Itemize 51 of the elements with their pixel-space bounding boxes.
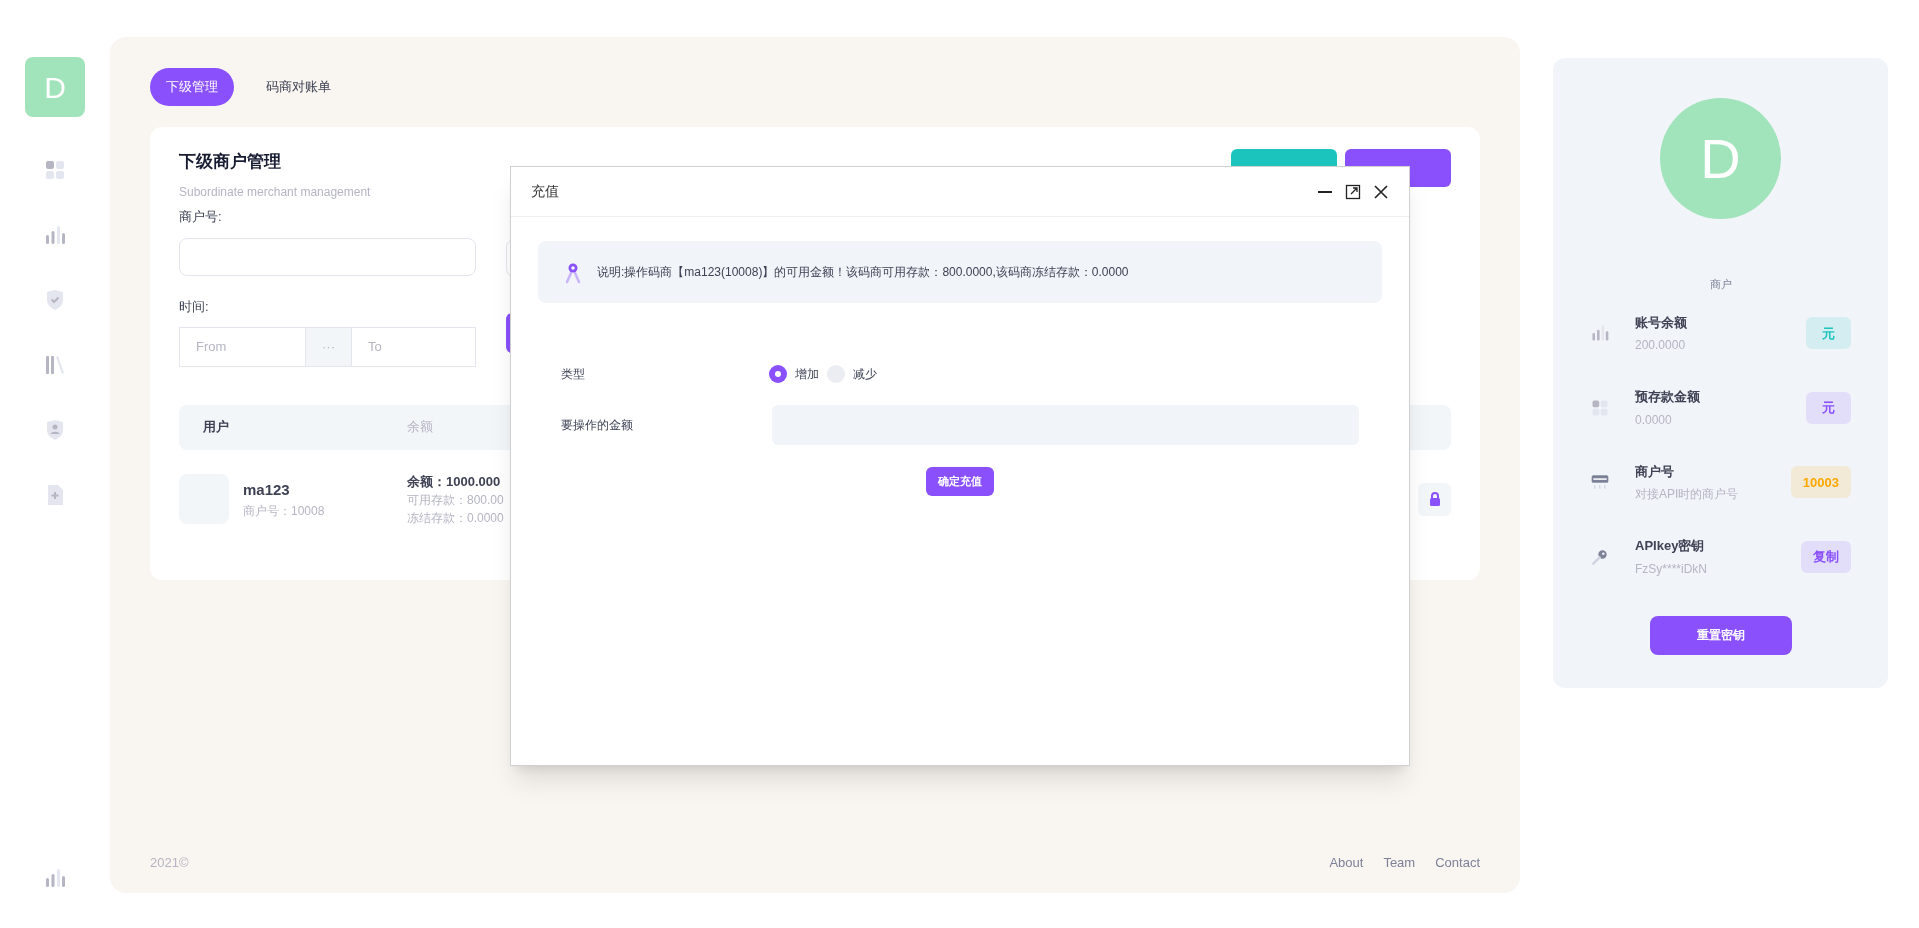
reset-key-button[interactable]: 重置密钥 (1649, 615, 1792, 655)
tab[interactable]: 下级管理 (150, 68, 234, 106)
info-title: 商户号 (1635, 462, 1675, 481)
available-deposit: 可用存款：800.00 (407, 492, 504, 509)
frozen-deposit: 冻结存款：0.0000 (407, 510, 504, 527)
footer-link[interactable]: About (1329, 853, 1364, 873)
footer-link[interactable]: Contact (1435, 853, 1480, 873)
info-value: FzSy****iDkN (1635, 560, 1708, 578)
role-label: 商户 (1709, 277, 1732, 292)
range-separator: ··· (306, 326, 351, 367)
footer-link[interactable]: Team (1383, 853, 1416, 873)
column-header: 用户 (203, 418, 230, 437)
info-title: 预存款金额 (1635, 388, 1701, 406)
library-icon (43, 353, 67, 377)
field-label: 时间: (179, 298, 210, 316)
info-badge: 10003 (1790, 466, 1851, 499)
date-to-field[interactable]: To (351, 326, 476, 367)
bar-chart-icon (43, 223, 67, 247)
close-icon[interactable] (1373, 183, 1389, 200)
radio-button[interactable] (769, 365, 787, 383)
lock-button[interactable] (1418, 482, 1451, 516)
balance-text: 余额：1000.000 (407, 472, 502, 491)
radio-option[interactable]: 减少 (827, 365, 877, 383)
user-name: ma123 (243, 480, 291, 500)
info-value: 0.0000 (1635, 411, 1673, 429)
field-label: 要操作的金额 (561, 417, 634, 434)
tab[interactable]: 码商对账单 (250, 68, 347, 106)
dialog-title: 充值 (531, 182, 559, 201)
radio-option[interactable]: 增加 (769, 365, 819, 383)
profile-avatar: D (1660, 98, 1781, 219)
copyright-text: 2021© (150, 854, 189, 873)
merchant-number-field[interactable] (179, 238, 476, 276)
info-badge: 复制 (1801, 540, 1851, 573)
info-badge: 元 (1806, 317, 1851, 350)
info-title: 账号余额 (1635, 313, 1688, 332)
bar-chart-icon (43, 866, 67, 890)
field-label: 类型 (561, 366, 586, 383)
field-label: 商户号: (179, 207, 223, 226)
grid-icon (43, 158, 67, 182)
info-badge: 元 (1806, 391, 1851, 424)
note-text: 说明:操作码商【ma123(10008)】的可用金额！该码商可用存款：800.0000,该码商冻结存款：0.0000 (597, 264, 1129, 281)
merchant-number: 商户号：10008 (243, 502, 326, 520)
card-title: 下级商户管理 (179, 151, 282, 173)
card-subtitle: Subordinate merchant management (179, 183, 371, 201)
info-value: 对接API时的商户号 (1635, 486, 1740, 503)
date-from-field[interactable]: From (179, 326, 306, 367)
info-title: APIkey密钥 (1635, 537, 1706, 555)
maximize-icon[interactable] (1345, 183, 1361, 200)
column-header: 余额 (407, 418, 433, 437)
confirm-recharge-button[interactable]: 确定充值 (926, 467, 994, 496)
info-value: 200.0000 (1635, 337, 1687, 354)
